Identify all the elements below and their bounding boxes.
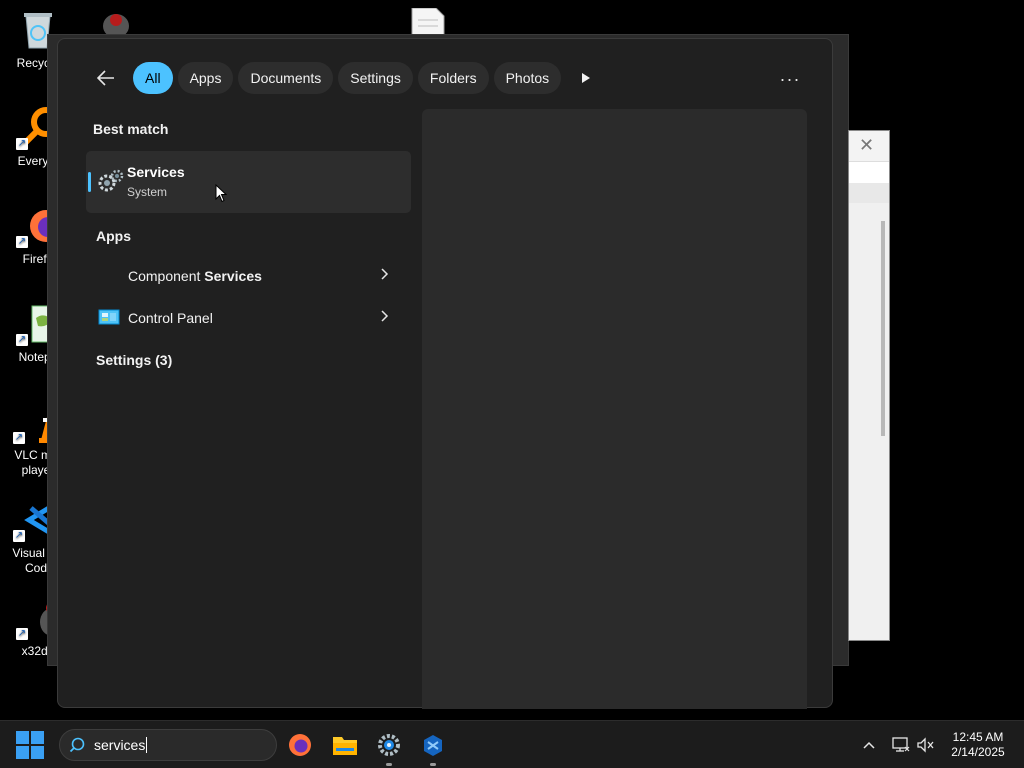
filter-chip-settings[interactable]: Settings (338, 62, 413, 94)
taskbar-clock[interactable]: 12:45 AM 2/14/2025 (942, 730, 1014, 760)
dialog-strip (849, 161, 889, 183)
windows-logo-pane (31, 746, 44, 759)
control-panel-icon (98, 309, 120, 325)
file-explorer-icon (333, 737, 357, 755)
network-status-button[interactable] (889, 733, 913, 757)
filter-chip-photos[interactable]: Photos (493, 62, 562, 94)
shortcut-arrow-icon: ↗ (13, 530, 25, 542)
component-services-icon (98, 265, 120, 287)
running-indicator (430, 763, 436, 766)
shortcut-arrow-icon: ↗ (16, 236, 28, 248)
windows-logo-pane (16, 746, 29, 759)
taskbar-services[interactable] (373, 729, 405, 766)
taskbar-x64dbg[interactable] (417, 729, 449, 766)
app-label-match: Services (204, 268, 262, 284)
gear-icon (98, 169, 124, 192)
windows-logo-pane (31, 731, 44, 744)
clock-time: 12:45 AM (952, 730, 1004, 744)
app-result-control-panel[interactable]: Control Panel (86, 298, 411, 338)
dialog-titlebar: ✕ (849, 131, 889, 161)
back-button[interactable] (88, 61, 124, 95)
shortcut-arrow-icon: ↗ (16, 138, 28, 150)
background-dialog-window: ✕ (848, 130, 890, 641)
shortcut-arrow-icon: ↗ (13, 432, 25, 444)
close-icon[interactable]: ✕ (859, 135, 874, 156)
settings-heading[interactable]: Settings (3) (96, 352, 172, 368)
app-result-label: Component Services (128, 268, 373, 284)
app-label-prefix: Control Panel (128, 310, 213, 326)
app-label-prefix: Component (128, 268, 205, 284)
taskbar: services 12:45 AM 2/14/2025 (0, 720, 1024, 768)
search-icon (69, 737, 85, 753)
running-indicator (386, 763, 392, 766)
result-title: Services (127, 164, 185, 180)
windows-logo-pane (16, 731, 29, 744)
search-panel: All Apps Documents Settings Folders Phot… (57, 38, 833, 709)
taskbar-file-explorer[interactable] (329, 729, 361, 761)
taskbar-firefox[interactable] (284, 729, 316, 761)
dialog-strip (849, 183, 889, 203)
volume-button[interactable] (914, 733, 938, 757)
app-result-label: Control Panel (128, 310, 373, 326)
services-icon (378, 734, 400, 756)
filter-bar: All Apps Documents Settings Folders Phot… (88, 61, 606, 95)
search-input[interactable]: services (94, 737, 148, 753)
show-hidden-icons-button[interactable] (857, 733, 881, 757)
selection-accent (88, 172, 91, 192)
filter-chip-all[interactable]: All (133, 62, 173, 94)
firefox-icon (289, 734, 311, 756)
shortcut-arrow-icon: ↗ (16, 334, 28, 346)
filter-chip-documents[interactable]: Documents (238, 62, 334, 94)
volume-muted-icon (917, 737, 934, 753)
best-match-heading: Best match (93, 121, 169, 137)
ellipsis-icon: ··· (779, 68, 801, 89)
filter-chip-apps[interactable]: Apps (177, 62, 234, 94)
taskbar-search-box[interactable]: services (59, 729, 277, 761)
chevron-up-icon (863, 741, 875, 749)
shortcut-arrow-icon: ↗ (16, 628, 28, 640)
chevron-right-icon[interactable] (373, 309, 397, 327)
more-filters-button[interactable] (566, 62, 606, 94)
scrollbar[interactable] (881, 221, 885, 436)
clock-date: 2/14/2025 (951, 745, 1005, 759)
best-match-result-services[interactable]: Services System (86, 151, 411, 213)
back-arrow-icon (97, 70, 114, 86)
apps-heading: Apps (96, 228, 131, 244)
result-subtitle: System (127, 185, 168, 199)
play-icon (582, 73, 591, 83)
preview-pane (422, 109, 807, 709)
network-icon (892, 737, 910, 752)
mouse-cursor-icon (215, 184, 227, 203)
x64dbg-icon (424, 735, 442, 756)
start-button[interactable] (16, 731, 44, 759)
chevron-right-icon[interactable] (373, 267, 397, 285)
more-options-button[interactable]: ··· (774, 63, 806, 95)
filter-chip-folders[interactable]: Folders (417, 62, 489, 94)
app-result-component-services[interactable]: Component Services (86, 256, 411, 296)
